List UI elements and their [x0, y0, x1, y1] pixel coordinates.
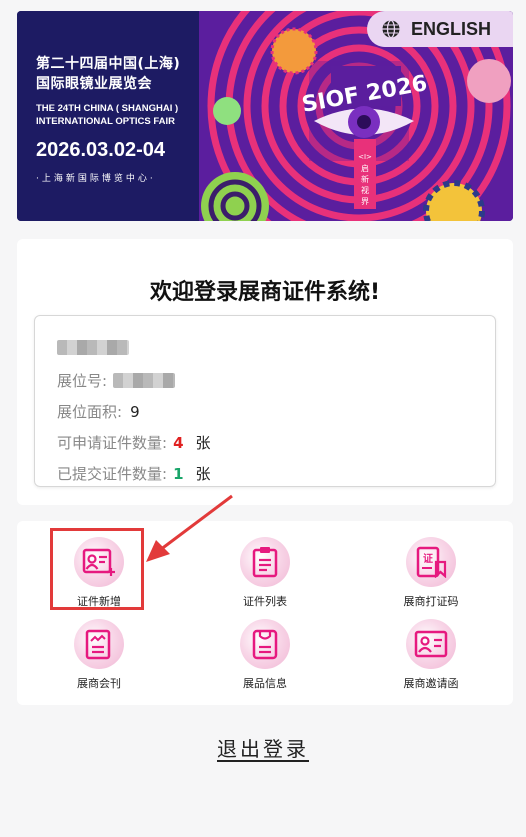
booth-area-row: 展位面积: 9: [57, 401, 140, 422]
booth-area-value: 9: [130, 402, 140, 421]
menu-item-label: 展品信息: [243, 677, 287, 690]
login-info-card: 欢迎登录展商证件系统! 展位号: 展位面积: 9 可申请证件数量: 4 张 已提…: [17, 239, 513, 505]
menu-item-product-info[interactable]: 展品信息: [215, 619, 315, 691]
language-switch-label: ENGLISH: [411, 18, 492, 39]
submitted-count-unit: 张: [195, 465, 211, 483]
menu-item-label: 证件列表: [243, 595, 287, 608]
highlight-box: [50, 528, 144, 610]
available-count-value: 4: [173, 433, 184, 452]
available-count-row: 可申请证件数量: 4 张: [57, 432, 211, 453]
invitation-card-icon: [406, 619, 456, 669]
banner-text-panel: 第二十四届中国(上海) 国际眼镜业展览会 THE 24TH CHINA ( SH…: [17, 11, 199, 221]
svg-text:界: 界: [361, 197, 369, 206]
exhibitor-info-box: 展位号: 展位面积: 9 可申请证件数量: 4 张 已提交证件数量: 1 张: [34, 315, 496, 487]
menu-item-exhibitor-print-code[interactable]: 证 展商打证码: [381, 537, 481, 609]
banner-venue: ·上海新国际博览中心·: [36, 174, 156, 184]
banner-title-line1: 第二十四届中国(上海): [36, 56, 181, 72]
exhibitor-name-row: [57, 340, 129, 355]
redacted-exhibitor-name: [57, 340, 129, 355]
svg-text:新: 新: [361, 174, 369, 184]
svg-text:视: 视: [361, 185, 369, 195]
svg-text:<I>: <I>: [358, 153, 372, 161]
svg-text:证: 证: [423, 553, 433, 565]
booth-area-label: 展位面积:: [57, 403, 123, 421]
menu-item-label: 展商会刊: [77, 677, 121, 690]
banner-english-line2: INTERNATIONAL OPTICS FAIR: [36, 116, 175, 127]
clipboard-list-icon: [240, 537, 290, 587]
svg-text:启: 启: [361, 163, 369, 173]
booth-number-label: 展位号:: [57, 372, 108, 390]
submitted-count-row: 已提交证件数量: 1 张: [57, 463, 211, 484]
available-count-label: 可申请证件数量:: [57, 434, 168, 452]
menu-item-label: 展商邀请函: [403, 677, 459, 690]
globe-icon: [382, 19, 400, 39]
catalogue-icon: [74, 619, 124, 669]
menu-item-exhibitor-invitation[interactable]: 展商邀请函: [381, 619, 481, 691]
certificate-icon: 证: [406, 537, 456, 587]
banner-title-line2: 国际眼镜业展览会: [36, 76, 152, 92]
annotation-arrow-icon: [146, 494, 233, 562]
banner-english-line1: THE 24TH CHINA ( SHANGHAI ): [36, 103, 179, 114]
menu-item-label: 展商打证码: [403, 595, 459, 608]
menu-item-exhibitor-catalogue[interactable]: 展商会刊: [49, 619, 149, 691]
booth-number-row: 展位号:: [57, 370, 176, 391]
language-switch-button[interactable]: ENGLISH: [367, 11, 513, 47]
banner-date: 2026.03.02-04: [36, 139, 166, 161]
banner-artwork: SIOF 2026 <I> 启 新 视 界 ENGLISH: [199, 11, 513, 221]
redacted-booth-number: [113, 373, 176, 388]
submitted-count-value: 1: [173, 464, 184, 483]
logout-link[interactable]: 退出登录: [0, 733, 526, 762]
welcome-title: 欢迎登录展商证件系统!: [149, 280, 381, 305]
expo-banner: 第二十四届中国(上海) 国际眼镜业展览会 THE 24TH CHINA ( SH…: [17, 11, 513, 221]
product-tag-icon: [240, 619, 290, 669]
submitted-count-label: 已提交证件数量:: [57, 465, 168, 483]
available-count-unit: 张: [195, 434, 211, 452]
